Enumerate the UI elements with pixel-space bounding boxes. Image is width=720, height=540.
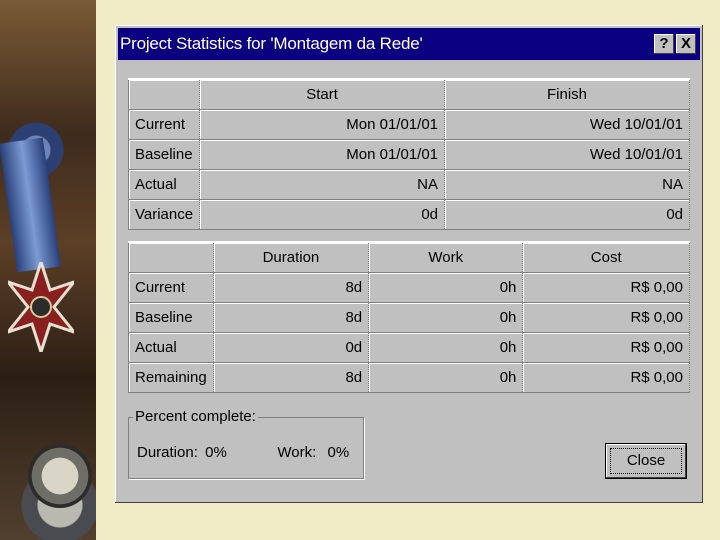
column-header [128,241,214,273]
project-statistics-dialog: Project Statistics for 'Montagem da Rede… [115,25,703,503]
column-header-cost: Cost [522,241,690,273]
row-label: Remaining [128,362,214,393]
column-header-work: Work [368,241,524,273]
work-percent-value: 0% [327,444,350,461]
table-row: Current Mon 01/01/01 Wed 10/01/01 [127,109,690,140]
row-label: Baseline [127,139,201,170]
row-label: Actual [127,169,201,200]
table-header-row: Duration Work Cost [128,241,690,273]
duration-label: Duration: [137,444,198,461]
finish-cell: Wed 10/01/01 [444,139,690,170]
percent-complete-legend: Percent complete: [133,408,258,425]
column-header-duration: Duration [213,241,370,273]
column-header-start: Start [199,78,446,110]
close-window-button[interactable]: X [676,34,696,54]
row-label: Current [128,272,214,303]
work-cell: 0h [368,332,524,363]
focus-rectangle [610,448,682,474]
medal-ribbon-image [0,137,61,273]
duration-cell: 8d [213,302,370,333]
dates-table: Start Finish Current Mon 01/01/01 Wed 10… [127,78,690,230]
table-row: Baseline Mon 01/01/01 Wed 10/01/01 [127,139,690,170]
table-row: Actual NA NA [127,169,690,200]
percent-complete-group: Percent complete: Duration: 0% Work: 0% [128,408,364,479]
column-header [127,78,201,110]
background-photo [0,0,96,540]
duration-cell: 8d [213,362,370,393]
cost-cell: R$ 0,00 [522,362,690,393]
duration-percent-value: 0% [205,444,227,461]
cost-cell: R$ 0,00 [522,332,690,363]
finish-cell: Wed 10/01/01 [444,109,690,140]
finish-cell: NA [444,169,690,200]
help-button[interactable]: ? [654,34,674,54]
window-title: Project Statistics for 'Montagem da Rede… [120,34,423,53]
start-cell: Mon 01/01/01 [199,139,446,170]
start-cell: Mon 01/01/01 [199,109,446,140]
column-header-finish: Finish [444,78,690,110]
finish-cell: 0d [444,199,690,230]
work-cell: 0h [368,362,524,393]
cost-cell: R$ 0,00 [522,302,690,333]
duration-cell: 8d [213,272,370,303]
cost-cell: R$ 0,00 [522,272,690,303]
start-cell: NA [199,169,446,200]
duration-cell: 0d [213,332,370,363]
title-bar[interactable]: Project Statistics for 'Montagem da Rede… [118,28,700,60]
compass-image [28,444,92,508]
table-row: Actual 0d 0h R$ 0,00 [128,332,690,363]
percent-complete-row: Duration: 0% Work: 0% [137,444,349,461]
table-row: Baseline 8d 0h R$ 0,00 [128,302,690,333]
row-label: Actual [128,332,214,363]
close-button[interactable]: Close [605,443,687,479]
start-cell: 0d [199,199,446,230]
row-label: Baseline [128,302,214,333]
totals-table: Duration Work Cost Current 8d 0h R$ 0,00… [128,241,690,393]
table-row: Current 8d 0h R$ 0,00 [128,272,690,303]
medal-cross-image [8,262,74,352]
row-label: Current [127,109,201,140]
table-row: Remaining 8d 0h R$ 0,00 [128,362,690,393]
work-cell: 0h [368,302,524,333]
row-label: Variance [127,199,201,230]
work-label: Work: [277,444,317,461]
table-row: Variance 0d 0d [127,199,690,230]
table-header-row: Start Finish [127,78,690,110]
work-cell: 0h [368,272,524,303]
